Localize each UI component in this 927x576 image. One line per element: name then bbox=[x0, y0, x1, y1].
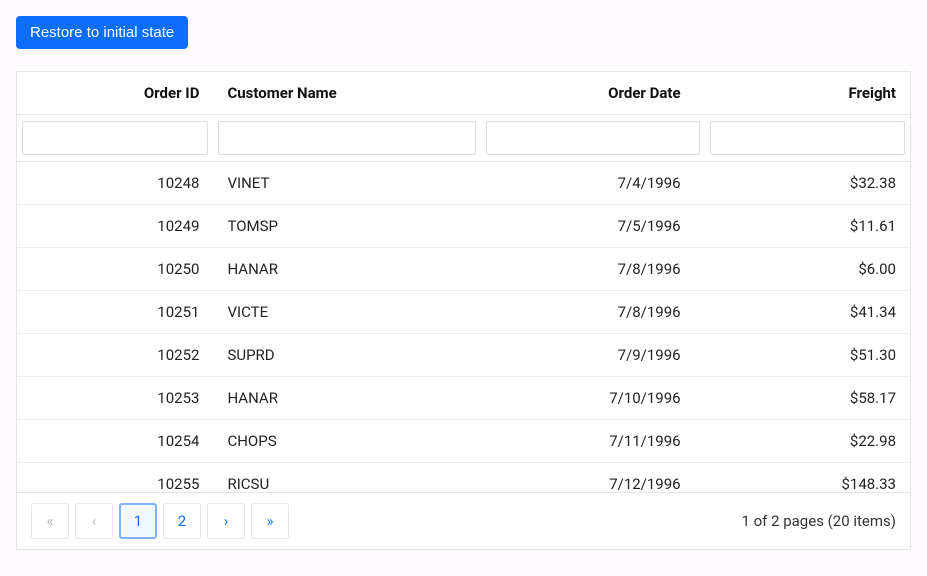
cell-order-id: 10253 bbox=[17, 377, 213, 420]
cell-order-id: 10248 bbox=[17, 162, 213, 205]
chevron-right-icon: › bbox=[224, 512, 229, 530]
table-row[interactable]: 10255RICSU7/12/1996$148.33 bbox=[17, 463, 910, 493]
header-freight[interactable]: Freight bbox=[705, 72, 910, 115]
table-row[interactable]: 10250HANAR7/8/1996$6.00 bbox=[17, 248, 910, 291]
header-customer-name[interactable]: Customer Name bbox=[213, 72, 481, 115]
filter-order-id[interactable] bbox=[22, 121, 208, 155]
cell-order-date: 7/5/1996 bbox=[481, 205, 704, 248]
filter-row bbox=[17, 115, 910, 162]
header-row: Order ID Customer Name Order Date Freigh… bbox=[17, 72, 910, 115]
cell-order-date: 7/10/1996 bbox=[481, 377, 704, 420]
pager-next-button[interactable]: › bbox=[207, 503, 245, 539]
pager-first-button[interactable]: « bbox=[31, 503, 69, 539]
cell-order-id: 10249 bbox=[17, 205, 213, 248]
cell-order-id: 10254 bbox=[17, 420, 213, 463]
table-row[interactable]: 10251VICTE7/8/1996$41.34 bbox=[17, 291, 910, 334]
cell-order-id: 10255 bbox=[17, 463, 213, 493]
header-order-date[interactable]: Order Date bbox=[481, 72, 704, 115]
pager: « ‹ 12 › » 1 of 2 pages (20 items) bbox=[17, 492, 910, 549]
cell-order-id: 10252 bbox=[17, 334, 213, 377]
chevrons-left-icon: « bbox=[46, 512, 53, 530]
cell-freight: $11.61 bbox=[705, 205, 910, 248]
cell-customer-name: RICSU bbox=[213, 463, 481, 493]
cell-freight: $6.00 bbox=[705, 248, 910, 291]
cell-customer-name: VICTE bbox=[213, 291, 481, 334]
cell-customer-name: SUPRD bbox=[213, 334, 481, 377]
cell-freight: $22.98 bbox=[705, 420, 910, 463]
filter-customer-name[interactable] bbox=[218, 121, 476, 155]
cell-customer-name: VINET bbox=[213, 162, 481, 205]
cell-order-date: 7/12/1996 bbox=[481, 463, 704, 493]
table-row[interactable]: 10253HANAR7/10/1996$58.17 bbox=[17, 377, 910, 420]
cell-order-id: 10251 bbox=[17, 291, 213, 334]
cell-order-date: 7/4/1996 bbox=[481, 162, 704, 205]
table-row[interactable]: 10248VINET7/4/1996$32.38 bbox=[17, 162, 910, 205]
cell-freight: $58.17 bbox=[705, 377, 910, 420]
filter-freight[interactable] bbox=[710, 121, 905, 155]
cell-customer-name: TOMSP bbox=[213, 205, 481, 248]
pager-info: 1 of 2 pages (20 items) bbox=[741, 512, 896, 530]
cell-freight: $41.34 bbox=[705, 291, 910, 334]
cell-freight: $32.38 bbox=[705, 162, 910, 205]
header-order-id[interactable]: Order ID bbox=[17, 72, 213, 115]
cell-customer-name: HANAR bbox=[213, 248, 481, 291]
cell-order-date: 7/11/1996 bbox=[481, 420, 704, 463]
pager-page-1[interactable]: 1 bbox=[119, 503, 157, 539]
chevrons-right-icon: » bbox=[266, 512, 273, 530]
pager-page-2[interactable]: 2 bbox=[163, 503, 201, 539]
table-row[interactable]: 10249TOMSP7/5/1996$11.61 bbox=[17, 205, 910, 248]
cell-customer-name: HANAR bbox=[213, 377, 481, 420]
cell-freight: $148.33 bbox=[705, 463, 910, 493]
grid-scroll-area[interactable]: Order ID Customer Name Order Date Freigh… bbox=[17, 72, 910, 492]
cell-order-date: 7/8/1996 bbox=[481, 248, 704, 291]
cell-freight: $51.30 bbox=[705, 334, 910, 377]
data-grid: Order ID Customer Name Order Date Freigh… bbox=[16, 71, 911, 550]
table-row[interactable]: 10252SUPRD7/9/1996$51.30 bbox=[17, 334, 910, 377]
chevron-left-icon: ‹ bbox=[92, 512, 97, 530]
cell-order-date: 7/9/1996 bbox=[481, 334, 704, 377]
cell-customer-name: CHOPS bbox=[213, 420, 481, 463]
cell-order-date: 7/8/1996 bbox=[481, 291, 704, 334]
pager-last-button[interactable]: » bbox=[251, 503, 289, 539]
filter-order-date[interactable] bbox=[486, 121, 699, 155]
table-row[interactable]: 10254CHOPS7/11/1996$22.98 bbox=[17, 420, 910, 463]
cell-order-id: 10250 bbox=[17, 248, 213, 291]
pager-prev-button[interactable]: ‹ bbox=[75, 503, 113, 539]
restore-button[interactable]: Restore to initial state bbox=[16, 16, 188, 49]
